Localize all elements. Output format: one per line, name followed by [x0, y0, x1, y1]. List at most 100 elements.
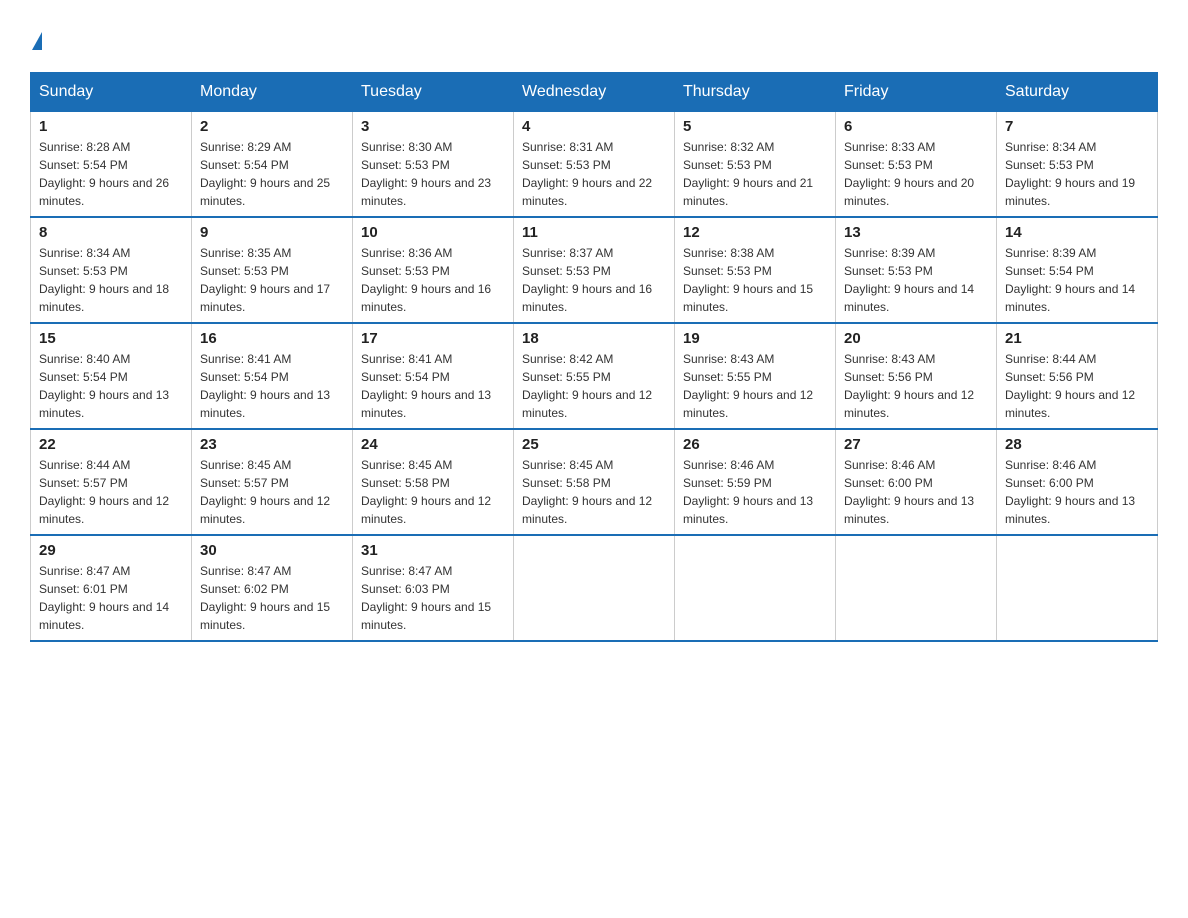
- calendar-cell: 3Sunrise: 8:30 AMSunset: 5:53 PMDaylight…: [353, 112, 514, 218]
- calendar-cell: 23 Sunrise: 8:45 AMSunset: 5:57 PMDayligh…: [192, 429, 353, 535]
- day-info: Sunrise: 8:43 AMSunset: 5:56 PMDaylight:…: [844, 352, 974, 420]
- day-number: 25: [522, 436, 666, 453]
- day-info: Sunrise: 8:47 AMSunset: 6:02 PMDaylight:…: [200, 564, 330, 632]
- calendar-cell: 25 Sunrise: 8:45 AMSunset: 5:58 PMDayligh…: [514, 429, 675, 535]
- calendar-cell: 7 Sunrise: 8:34 AMSunset: 5:53 PMDaylight…: [997, 112, 1158, 218]
- day-info: Sunrise: 8:45 AMSunset: 5:57 PMDaylight:…: [200, 458, 330, 526]
- day-number: 6: [844, 118, 988, 135]
- day-number: 29: [39, 542, 183, 559]
- calendar-table: SundayMondayTuesdayWednesdayThursdayFrid…: [30, 72, 1158, 642]
- calendar-cell: [514, 535, 675, 641]
- day-number: 31: [361, 542, 505, 559]
- day-number: 12: [683, 224, 827, 241]
- header-day-monday: Monday: [192, 73, 353, 112]
- header-day-tuesday: Tuesday: [353, 73, 514, 112]
- page-header: [30, 20, 1158, 52]
- calendar-cell: 17 Sunrise: 8:41 AMSunset: 5:54 PMDayligh…: [353, 323, 514, 429]
- day-info: Sunrise: 8:44 AMSunset: 5:56 PMDaylight:…: [1005, 352, 1135, 420]
- day-info: Sunrise: 8:34 AMSunset: 5:53 PMDaylight:…: [39, 246, 169, 314]
- calendar-cell: 8Sunrise: 8:34 AMSunset: 5:53 PMDaylight…: [31, 217, 192, 323]
- day-number: 10: [361, 224, 505, 241]
- day-number: 19: [683, 330, 827, 347]
- day-info: Sunrise: 8:29 AMSunset: 5:54 PMDaylight:…: [200, 140, 330, 208]
- day-number: 28: [1005, 436, 1149, 453]
- day-info: Sunrise: 8:33 AMSunset: 5:53 PMDaylight:…: [844, 140, 974, 208]
- calendar-cell: 27 Sunrise: 8:46 AMSunset: 6:00 PMDayligh…: [836, 429, 997, 535]
- day-info: Sunrise: 8:45 AMSunset: 5:58 PMDaylight:…: [361, 458, 491, 526]
- calendar-cell: 18Sunrise: 8:42 AMSunset: 5:55 PMDayligh…: [514, 323, 675, 429]
- day-info: Sunrise: 8:39 AMSunset: 5:53 PMDaylight:…: [844, 246, 974, 314]
- calendar-cell: 19 Sunrise: 8:43 AMSunset: 5:55 PMDayligh…: [675, 323, 836, 429]
- day-number: 9: [200, 224, 344, 241]
- day-info: Sunrise: 8:36 AMSunset: 5:53 PMDaylight:…: [361, 246, 491, 314]
- day-number: 24: [361, 436, 505, 453]
- calendar-week-4: 22 Sunrise: 8:44 AMSunset: 5:57 PMDayligh…: [31, 429, 1158, 535]
- calendar-cell: 28Sunrise: 8:46 AMSunset: 6:00 PMDayligh…: [997, 429, 1158, 535]
- calendar-cell: 9 Sunrise: 8:35 AMSunset: 5:53 PMDaylight…: [192, 217, 353, 323]
- day-info: Sunrise: 8:40 AMSunset: 5:54 PMDaylight:…: [39, 352, 169, 420]
- day-number: 14: [1005, 224, 1149, 241]
- calendar-cell: [997, 535, 1158, 641]
- day-number: 30: [200, 542, 344, 559]
- calendar-cell: 22 Sunrise: 8:44 AMSunset: 5:57 PMDayligh…: [31, 429, 192, 535]
- calendar-cell: [836, 535, 997, 641]
- header-day-thursday: Thursday: [675, 73, 836, 112]
- calendar-cell: 14 Sunrise: 8:39 AMSunset: 5:54 PMDayligh…: [997, 217, 1158, 323]
- day-info: Sunrise: 8:47 AMSunset: 6:03 PMDaylight:…: [361, 564, 491, 632]
- calendar-week-5: 29 Sunrise: 8:47 AMSunset: 6:01 PMDayligh…: [31, 535, 1158, 641]
- day-number: 23: [200, 436, 344, 453]
- calendar-cell: 30 Sunrise: 8:47 AMSunset: 6:02 PMDayligh…: [192, 535, 353, 641]
- day-number: 18: [522, 330, 666, 347]
- calendar-cell: 2 Sunrise: 8:29 AMSunset: 5:54 PMDaylight…: [192, 112, 353, 218]
- day-info: Sunrise: 8:37 AMSunset: 5:53 PMDaylight:…: [522, 246, 652, 314]
- day-info: Sunrise: 8:46 AMSunset: 6:00 PMDaylight:…: [844, 458, 974, 526]
- header-day-saturday: Saturday: [997, 73, 1158, 112]
- day-info: Sunrise: 8:28 AMSunset: 5:54 PMDaylight:…: [39, 140, 169, 208]
- calendar-cell: 4 Sunrise: 8:31 AMSunset: 5:53 PMDaylight…: [514, 112, 675, 218]
- day-number: 26: [683, 436, 827, 453]
- calendar-cell: 10 Sunrise: 8:36 AMSunset: 5:53 PMDayligh…: [353, 217, 514, 323]
- calendar-cell: 6 Sunrise: 8:33 AMSunset: 5:53 PMDaylight…: [836, 112, 997, 218]
- day-number: 15: [39, 330, 183, 347]
- day-number: 5: [683, 118, 827, 135]
- day-number: 13: [844, 224, 988, 241]
- day-info: Sunrise: 8:43 AMSunset: 5:55 PMDaylight:…: [683, 352, 813, 420]
- day-info: Sunrise: 8:41 AMSunset: 5:54 PMDaylight:…: [200, 352, 330, 420]
- calendar-cell: 11 Sunrise: 8:37 AMSunset: 5:53 PMDayligh…: [514, 217, 675, 323]
- day-info: Sunrise: 8:39 AMSunset: 5:54 PMDaylight:…: [1005, 246, 1135, 314]
- calendar-cell: 12 Sunrise: 8:38 AMSunset: 5:53 PMDayligh…: [675, 217, 836, 323]
- calendar-cell: 29 Sunrise: 8:47 AMSunset: 6:01 PMDayligh…: [31, 535, 192, 641]
- calendar-body: 1 Sunrise: 8:28 AMSunset: 5:54 PMDaylight…: [31, 112, 1158, 642]
- day-number: 2: [200, 118, 344, 135]
- calendar-week-1: 1 Sunrise: 8:28 AMSunset: 5:54 PMDaylight…: [31, 112, 1158, 218]
- day-number: 22: [39, 436, 183, 453]
- day-info: Sunrise: 8:45 AMSunset: 5:58 PMDaylight:…: [522, 458, 652, 526]
- day-info: Sunrise: 8:34 AMSunset: 5:53 PMDaylight:…: [1005, 140, 1135, 208]
- day-info: Sunrise: 8:47 AMSunset: 6:01 PMDaylight:…: [39, 564, 169, 632]
- calendar-cell: 13 Sunrise: 8:39 AMSunset: 5:53 PMDayligh…: [836, 217, 997, 323]
- header-row: SundayMondayTuesdayWednesdayThursdayFrid…: [31, 73, 1158, 112]
- day-number: 21: [1005, 330, 1149, 347]
- day-info: Sunrise: 8:41 AMSunset: 5:54 PMDaylight:…: [361, 352, 491, 420]
- day-info: Sunrise: 8:35 AMSunset: 5:53 PMDaylight:…: [200, 246, 330, 314]
- day-number: 1: [39, 118, 183, 135]
- calendar-header: SundayMondayTuesdayWednesdayThursdayFrid…: [31, 73, 1158, 112]
- logo-line1: [30, 20, 42, 52]
- day-number: 20: [844, 330, 988, 347]
- calendar-cell: 15 Sunrise: 8:40 AMSunset: 5:54 PMDayligh…: [31, 323, 192, 429]
- day-number: 3: [361, 118, 505, 135]
- day-info: Sunrise: 8:44 AMSunset: 5:57 PMDaylight:…: [39, 458, 169, 526]
- calendar-cell: 16 Sunrise: 8:41 AMSunset: 5:54 PMDayligh…: [192, 323, 353, 429]
- calendar-cell: 31 Sunrise: 8:47 AMSunset: 6:03 PMDayligh…: [353, 535, 514, 641]
- day-number: 4: [522, 118, 666, 135]
- day-number: 17: [361, 330, 505, 347]
- day-number: 7: [1005, 118, 1149, 135]
- day-info: Sunrise: 8:32 AMSunset: 5:53 PMDaylight:…: [683, 140, 813, 208]
- day-info: Sunrise: 8:38 AMSunset: 5:53 PMDaylight:…: [683, 246, 813, 314]
- calendar-cell: 21 Sunrise: 8:44 AMSunset: 5:56 PMDayligh…: [997, 323, 1158, 429]
- day-number: 27: [844, 436, 988, 453]
- calendar-cell: 5 Sunrise: 8:32 AMSunset: 5:53 PMDaylight…: [675, 112, 836, 218]
- day-number: 11: [522, 224, 666, 241]
- day-info: Sunrise: 8:31 AMSunset: 5:53 PMDaylight:…: [522, 140, 652, 208]
- day-number: 16: [200, 330, 344, 347]
